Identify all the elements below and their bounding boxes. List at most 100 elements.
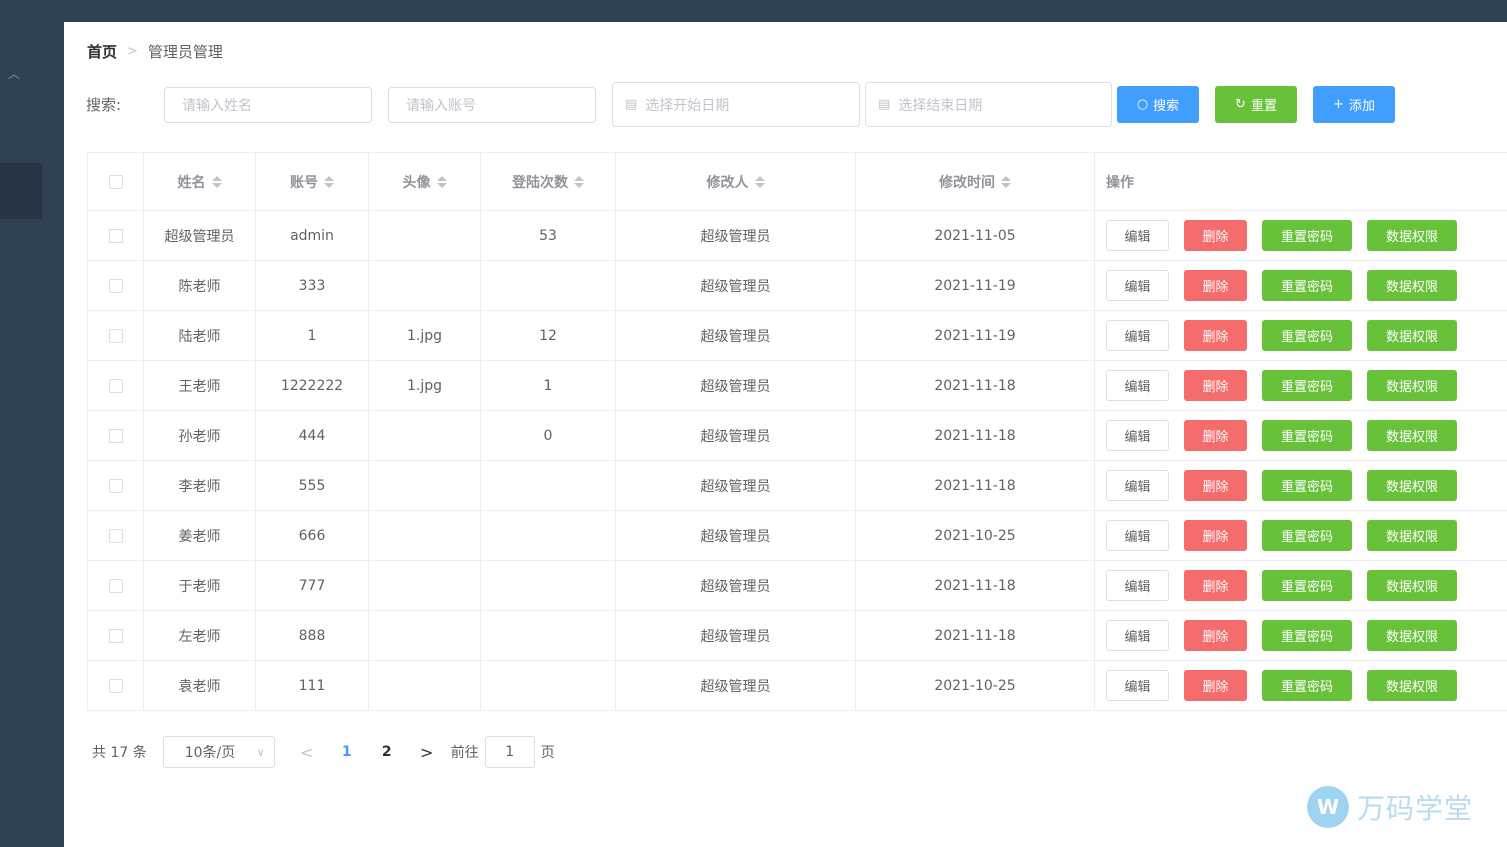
reset-password-button[interactable]: 重置密码 bbox=[1262, 570, 1352, 601]
reset-password-button[interactable]: 重置密码 bbox=[1262, 270, 1352, 301]
row-checkbox[interactable] bbox=[108, 578, 123, 593]
data-permission-button[interactable]: 数据权限 bbox=[1367, 320, 1457, 351]
row-checkbox[interactable] bbox=[108, 278, 123, 293]
reset-password-button[interactable]: 重置密码 bbox=[1262, 220, 1352, 251]
edit-button[interactable]: 编辑 bbox=[1106, 220, 1169, 251]
cell-avatar bbox=[369, 611, 481, 660]
cell-account: 1222222 bbox=[256, 361, 369, 410]
row-checkbox[interactable] bbox=[108, 228, 123, 243]
reset-password-button[interactable]: 重置密码 bbox=[1262, 520, 1352, 551]
data-permission-button[interactable]: 数据权限 bbox=[1367, 270, 1457, 301]
delete-button[interactable]: 删除 bbox=[1184, 370, 1247, 401]
column-header-name[interactable]: 姓名 bbox=[144, 153, 256, 210]
data-permission-button[interactable]: 数据权限 bbox=[1367, 570, 1457, 601]
sort-icon[interactable] bbox=[436, 175, 447, 188]
reset-password-button[interactable]: 重置密码 bbox=[1262, 470, 1352, 501]
delete-button[interactable]: 删除 bbox=[1184, 670, 1247, 701]
sidebar-item-active[interactable] bbox=[0, 163, 42, 219]
cell-name: 超级管理员 bbox=[144, 211, 256, 260]
search-button[interactable]: ○ 搜索 bbox=[1117, 86, 1199, 123]
column-header-modifier[interactable]: 修改人 bbox=[616, 153, 856, 210]
table-row: 陆老师 1 1.jpg 12 超级管理员 2021-11-19 编辑 删除 重置密码 数据权限 bbox=[88, 311, 1507, 361]
reset-password-button[interactable]: 重置密码 bbox=[1262, 620, 1352, 651]
data-permission-button[interactable]: 数据权限 bbox=[1367, 370, 1457, 401]
prev-page-icon[interactable]: < bbox=[287, 743, 327, 762]
edit-button[interactable]: 编辑 bbox=[1106, 370, 1169, 401]
page-number-1[interactable]: 1 bbox=[327, 744, 367, 760]
start-date-picker[interactable]: ▤ 选择开始日期 bbox=[612, 82, 860, 127]
delete-button[interactable]: 删除 bbox=[1184, 420, 1247, 451]
cell-account: admin bbox=[256, 211, 369, 260]
cell-actions: 编辑 删除 重置密码 数据权限 bbox=[1095, 661, 1507, 710]
data-permission-button[interactable]: 数据权限 bbox=[1367, 520, 1457, 551]
column-header-account[interactable]: 账号 bbox=[256, 153, 369, 210]
sort-icon[interactable] bbox=[1001, 175, 1011, 188]
cell-logins bbox=[481, 261, 616, 310]
select-all-checkbox[interactable] bbox=[108, 174, 123, 189]
breadcrumb-current: 管理员管理 bbox=[147, 42, 223, 61]
row-checkbox[interactable] bbox=[108, 378, 123, 393]
delete-button[interactable]: 删除 bbox=[1184, 620, 1247, 651]
column-header-avatar[interactable]: 头像 bbox=[369, 153, 481, 210]
add-button[interactable]: + 添加 bbox=[1313, 86, 1395, 123]
reset-password-button[interactable]: 重置密码 bbox=[1262, 670, 1352, 701]
delete-button[interactable]: 删除 bbox=[1184, 220, 1247, 251]
data-permission-button[interactable]: 数据权限 bbox=[1367, 620, 1457, 651]
cell-modifier: 超级管理员 bbox=[616, 311, 856, 360]
reset-password-button[interactable]: 重置密码 bbox=[1262, 420, 1352, 451]
reset-password-button[interactable]: 重置密码 bbox=[1262, 320, 1352, 351]
data-permission-button[interactable]: 数据权限 bbox=[1367, 420, 1457, 451]
delete-button[interactable]: 删除 bbox=[1184, 270, 1247, 301]
delete-button[interactable]: 删除 bbox=[1184, 470, 1247, 501]
edit-button[interactable]: 编辑 bbox=[1106, 420, 1169, 451]
delete-button[interactable]: 删除 bbox=[1184, 570, 1247, 601]
cell-name: 陈老师 bbox=[144, 261, 256, 310]
reset-button[interactable]: ↻ 重置 bbox=[1215, 86, 1297, 123]
row-checkbox[interactable] bbox=[108, 628, 123, 643]
cell-actions: 编辑 删除 重置密码 数据权限 bbox=[1095, 211, 1507, 260]
account-search-input[interactable]: 请输入账号 bbox=[388, 87, 596, 123]
sort-icon[interactable] bbox=[211, 175, 222, 188]
chevron-right-icon: > bbox=[127, 43, 138, 59]
page-size-select[interactable]: 10条/页 ∨ bbox=[162, 736, 275, 768]
delete-button[interactable]: 删除 bbox=[1184, 520, 1247, 551]
edit-button[interactable]: 编辑 bbox=[1106, 270, 1169, 301]
end-date-placeholder: 选择结束日期 bbox=[898, 97, 983, 114]
column-header-modified-time[interactable]: 修改时间 bbox=[856, 153, 1095, 210]
cell-avatar bbox=[369, 461, 481, 510]
edit-button[interactable]: 编辑 bbox=[1106, 520, 1169, 551]
row-checkbox[interactable] bbox=[108, 528, 123, 543]
delete-button[interactable]: 删除 bbox=[1184, 320, 1247, 351]
data-permission-button[interactable]: 数据权限 bbox=[1367, 670, 1457, 701]
edit-button[interactable]: 编辑 bbox=[1106, 670, 1169, 701]
cell-account: 666 bbox=[256, 511, 369, 560]
cell-account: 1 bbox=[256, 311, 369, 360]
reset-password-button[interactable]: 重置密码 bbox=[1262, 370, 1352, 401]
edit-button[interactable]: 编辑 bbox=[1106, 570, 1169, 601]
cell-logins: 0 bbox=[481, 411, 616, 460]
next-page-icon[interactable]: > bbox=[407, 743, 447, 762]
row-checkbox[interactable] bbox=[108, 428, 123, 443]
cell-account: 333 bbox=[256, 261, 369, 310]
edit-button[interactable]: 编辑 bbox=[1106, 320, 1169, 351]
end-date-picker[interactable]: ▤ 选择结束日期 bbox=[865, 82, 1112, 127]
sort-icon[interactable] bbox=[754, 175, 765, 188]
breadcrumb-home[interactable]: 首页 bbox=[87, 41, 117, 62]
sort-icon[interactable] bbox=[574, 175, 584, 188]
row-checkbox[interactable] bbox=[108, 678, 123, 693]
goto-page-input[interactable]: 1 bbox=[484, 736, 535, 768]
edit-button[interactable]: 编辑 bbox=[1106, 620, 1169, 651]
column-header-logins[interactable]: 登陆次数 bbox=[481, 153, 616, 210]
name-search-input[interactable]: 请输入姓名 bbox=[164, 87, 372, 123]
row-checkbox[interactable] bbox=[108, 328, 123, 343]
pagination: 共 17 条 10条/页 ∨ < 1 2 > 前往 1 页 bbox=[92, 736, 555, 768]
sort-icon[interactable] bbox=[324, 175, 334, 188]
data-permission-button[interactable]: 数据权限 bbox=[1367, 220, 1457, 251]
name-placeholder: 请输入姓名 bbox=[182, 98, 252, 114]
row-checkbox[interactable] bbox=[108, 478, 123, 493]
search-icon: ○ bbox=[1136, 97, 1149, 112]
chevron-up-icon[interactable]: ︿ bbox=[6, 66, 22, 82]
edit-button[interactable]: 编辑 bbox=[1106, 470, 1169, 501]
data-permission-button[interactable]: 数据权限 bbox=[1367, 470, 1457, 501]
page-number-2[interactable]: 2 bbox=[367, 744, 407, 760]
